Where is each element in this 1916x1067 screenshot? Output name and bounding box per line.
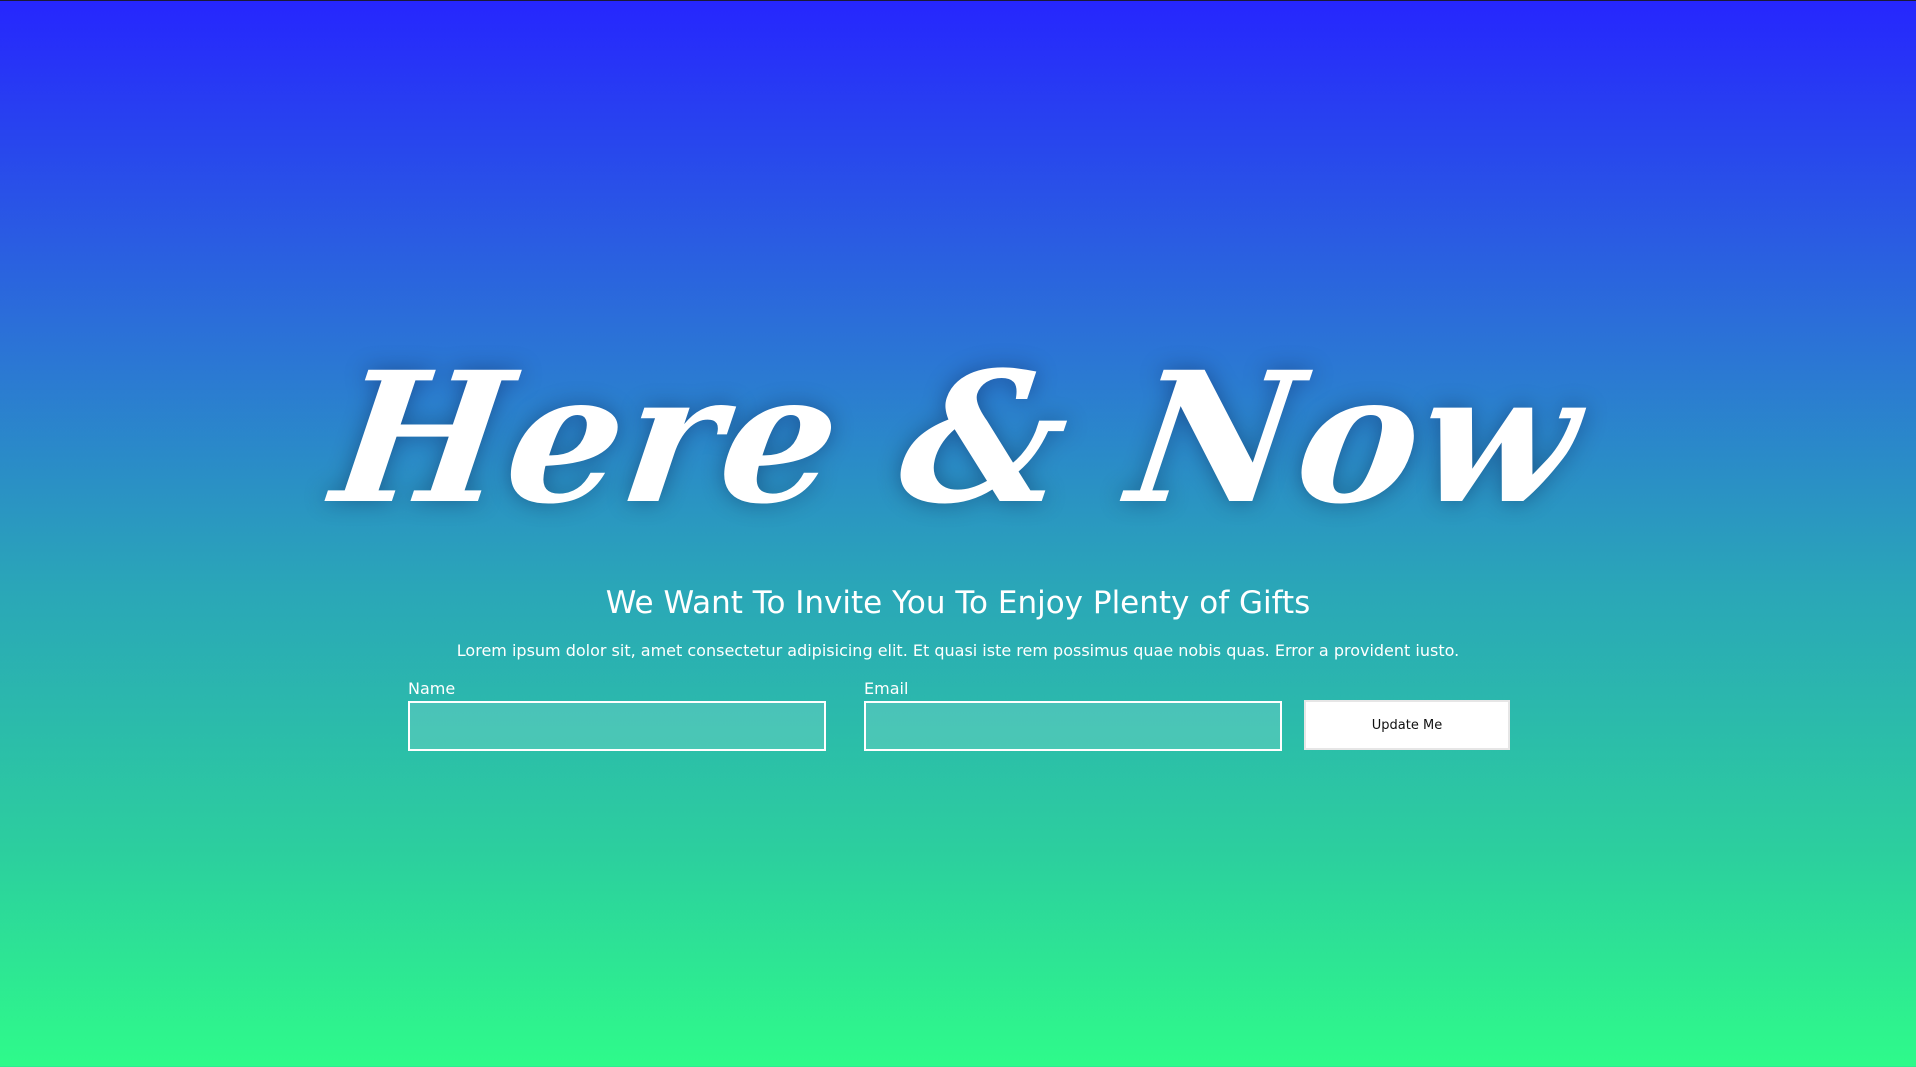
name-field-group: Name (408, 679, 826, 751)
hero-title: Here & Now (322, 333, 1594, 544)
email-field-group: Email (864, 679, 1282, 751)
email-input[interactable] (864, 701, 1282, 751)
name-label: Name (408, 679, 456, 698)
email-label: Email (864, 679, 909, 698)
update-me-button[interactable]: Update Me (1304, 700, 1510, 750)
signup-form: Name Email Update Me (408, 679, 1510, 751)
name-input[interactable] (408, 701, 826, 751)
hero-subtitle: We Want To Invite You To Enjoy Plenty of… (605, 585, 1311, 621)
hero-description: Lorem ipsum dolor sit, amet consectetur … (456, 641, 1460, 660)
